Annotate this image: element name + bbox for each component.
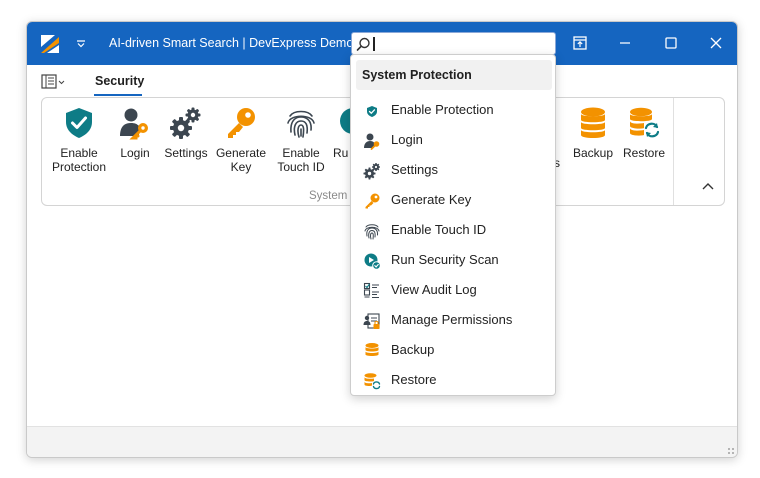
button-label: Protection: [51, 160, 107, 174]
button-label: Settings: [164, 146, 208, 160]
result-backup[interactable]: Backup: [356, 335, 552, 365]
maximize-button[interactable]: [658, 30, 684, 56]
restore-button[interactable]: Restore: [619, 106, 669, 160]
window-pin-icon: [573, 36, 587, 50]
result-run-security-scan[interactable]: Run Security Scan: [356, 245, 552, 275]
ribbon-separator: [673, 98, 674, 205]
minimize-icon: [620, 42, 630, 44]
button-label: Restore: [622, 146, 666, 160]
key-icon: [228, 108, 255, 138]
checklist-icon: [363, 282, 379, 299]
enable-touch-id-button[interactable]: Enable Touch ID: [272, 106, 330, 174]
button-label: Login: [120, 146, 150, 160]
fingerprint-icon: [287, 110, 315, 138]
shield-check-icon: [66, 108, 92, 138]
key-icon: [365, 193, 380, 209]
minimize-button[interactable]: [612, 30, 638, 56]
result-label: Manage Permissions: [391, 312, 513, 327]
result-view-audit-log[interactable]: View Audit Log: [356, 275, 552, 305]
database-icon: [581, 107, 605, 138]
button-label: Backup: [572, 146, 614, 160]
result-label: Enable Touch ID: [391, 222, 487, 237]
permissions-icon: [363, 313, 380, 329]
result-label: Enable Protection: [391, 102, 494, 117]
status-bar: [27, 426, 737, 457]
enable-protection-button[interactable]: Enable Protection: [48, 106, 110, 174]
fingerprint-icon: [364, 224, 380, 240]
smart-search-input[interactable]: [351, 32, 556, 55]
close-icon: [710, 37, 722, 49]
maximize-icon: [665, 37, 677, 49]
scan-icon: [364, 253, 381, 270]
chevron-up-icon: [702, 183, 714, 190]
database-restore-icon: [364, 373, 381, 390]
active-tab-indicator: [94, 94, 142, 96]
search-icon: [356, 37, 370, 51]
database-restore-icon: [630, 107, 660, 138]
result-settings[interactable]: Settings: [356, 155, 552, 185]
result-label: Settings: [391, 162, 438, 177]
search-results-dropdown: System Protection Enable Protection Logi…: [350, 54, 556, 396]
app-logo-icon: [40, 34, 60, 54]
user-key-icon: [364, 133, 380, 150]
dropdown-group-header: System Protection: [356, 60, 552, 90]
text-caret: [373, 37, 375, 51]
ribbon-group-label: System: [309, 190, 348, 202]
settings-button[interactable]: Settings: [161, 106, 211, 160]
ribbon-display-options-button[interactable]: [41, 73, 67, 91]
result-label: Restore: [391, 372, 437, 387]
restore-layout-button[interactable]: [567, 30, 593, 56]
result-enable-protection[interactable]: Enable Protection: [356, 95, 552, 125]
result-label: Backup: [391, 342, 435, 357]
tab-security[interactable]: Security: [95, 74, 144, 88]
result-enable-touch-id[interactable]: Enable Touch ID: [356, 215, 552, 245]
button-label: Enable: [282, 146, 320, 160]
login-button[interactable]: Login: [115, 106, 155, 160]
result-login[interactable]: Login: [356, 125, 552, 155]
database-icon: [365, 343, 379, 356]
layout-icon: [41, 74, 65, 89]
resize-grip-icon[interactable]: [727, 447, 735, 455]
button-label: Key: [230, 160, 252, 174]
result-label: Run Security Scan: [391, 252, 499, 267]
shield-check-icon: [367, 106, 377, 117]
window-title: AI-driven Smart Search | DevExpress Demo: [109, 36, 354, 50]
collapse-ribbon-button[interactable]: [700, 178, 716, 194]
button-label: Enable: [60, 146, 98, 160]
backup-button[interactable]: Backup: [570, 106, 616, 160]
generate-key-button[interactable]: Generate Key: [215, 106, 267, 174]
gears-icon: [363, 163, 380, 180]
user-key-icon: [120, 108, 148, 140]
result-manage-permissions[interactable]: Manage Permissions: [356, 305, 552, 335]
result-label: Login: [391, 132, 423, 147]
gears-icon: [170, 107, 201, 139]
result-label: View Audit Log: [391, 282, 477, 297]
result-restore[interactable]: Restore: [356, 365, 552, 395]
result-label: Generate Key: [391, 192, 472, 207]
close-button[interactable]: [703, 30, 729, 56]
button-label: Touch ID: [277, 160, 325, 174]
result-generate-key[interactable]: Generate Key: [356, 185, 552, 215]
quick-access-dropdown-button[interactable]: [74, 34, 88, 54]
button-label: Generate: [215, 146, 267, 160]
